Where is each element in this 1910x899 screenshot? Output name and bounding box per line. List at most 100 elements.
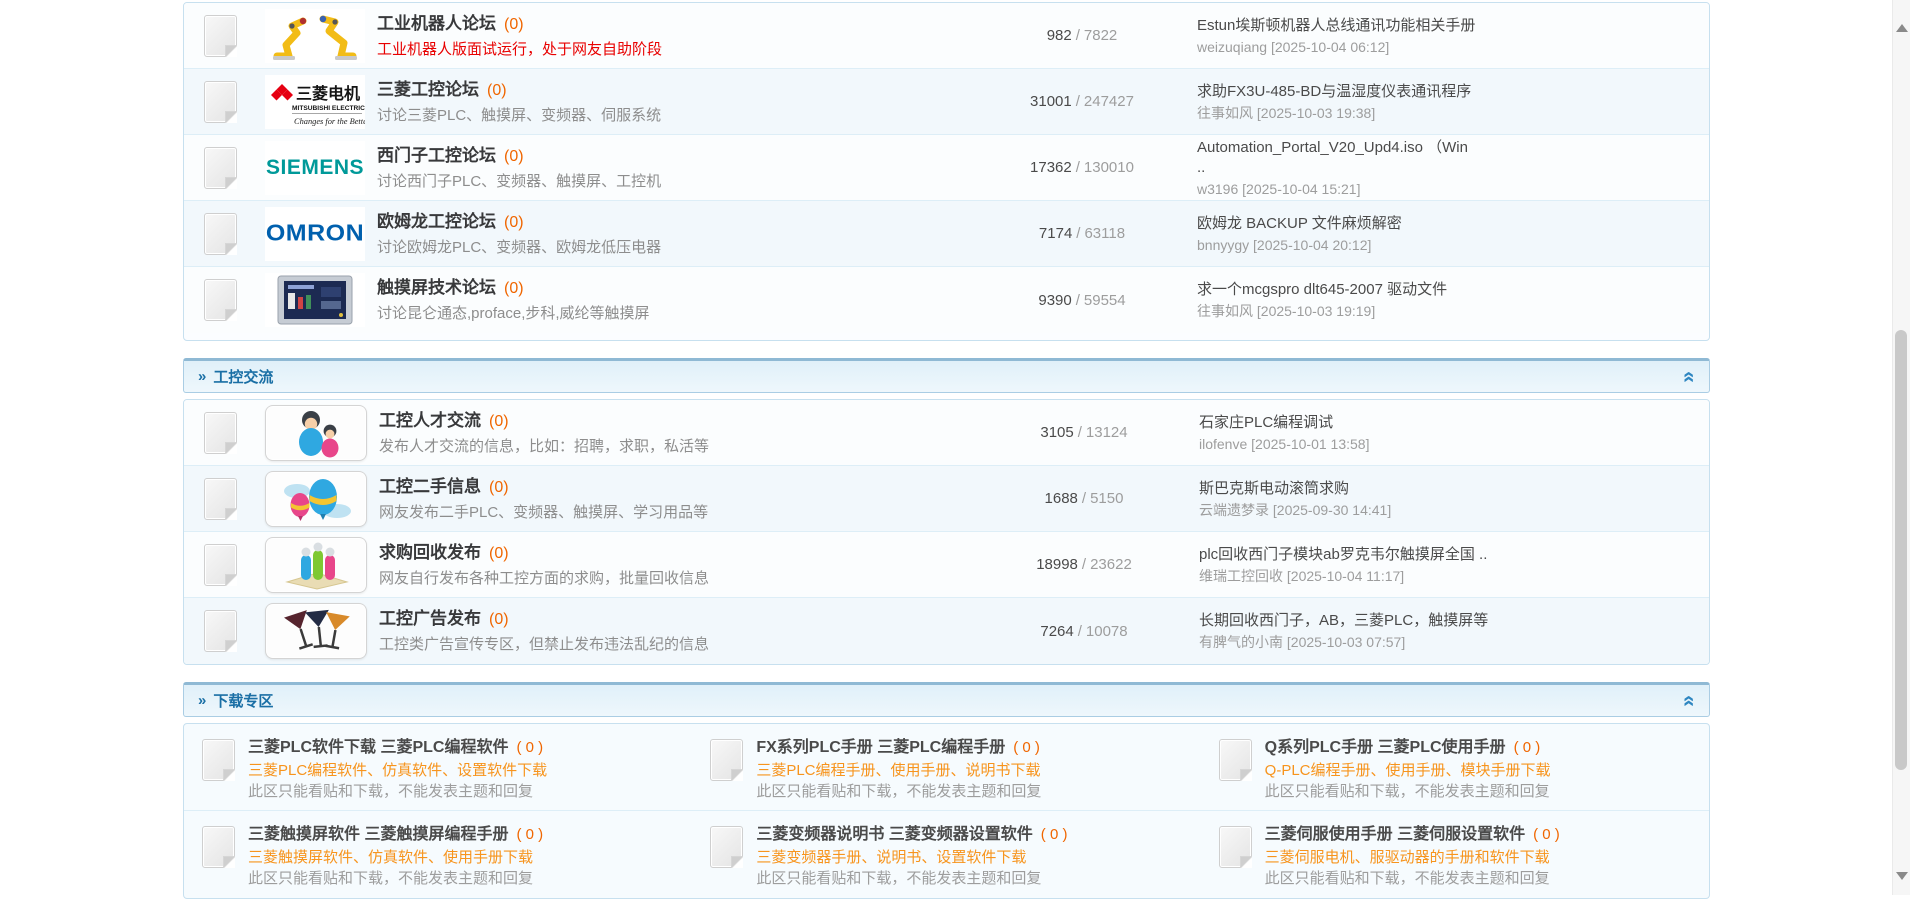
forum-unread-count: (0) bbox=[489, 413, 509, 430]
download-forum-subtitle-link[interactable]: 三菱PLC编程软件、仿真软件、设置软件下载 bbox=[248, 760, 547, 781]
last-post-title-link[interactable]: Automation_Portal_V20_Upd4.iso （Win bbox=[1197, 138, 1527, 158]
svg-text:三菱电机: 三菱电机 bbox=[296, 84, 360, 103]
last-post-user-link[interactable]: 往事如风 bbox=[1197, 105, 1253, 121]
forum-status-icon bbox=[1219, 739, 1252, 781]
forum-row-omron: OMRON 欧姆龙工控论坛 (0) 讨论欧姆龙PLC、变频器、欧姆龙低压电器 71… bbox=[184, 201, 1709, 267]
forum-logo-mitsubishi-icon[interactable]: 三菱电机 MITSUBISHI ELECTRIC Changes for the… bbox=[265, 75, 365, 129]
download-forum-subtitle-link[interactable]: 三菱伺服电机、服驱动器的手册和软件下载 bbox=[1265, 847, 1560, 868]
forum-logo-people-icon[interactable] bbox=[265, 405, 367, 461]
last-post-title-link[interactable]: Estun埃斯顿机器人总线通讯功能相关手册 bbox=[1197, 16, 1527, 36]
last-post-title-link[interactable]: 求一个mcgspro dlt645-2007 驱动文件 bbox=[1197, 280, 1527, 300]
last-post-time: [2025-10-03 19:38] bbox=[1257, 105, 1375, 121]
forum-logo-omron-icon[interactable]: OMRON bbox=[265, 207, 365, 261]
forum-logo-hmi-panel-icon[interactable] bbox=[265, 273, 365, 327]
last-post-time: [2025-10-03 19:19] bbox=[1257, 303, 1375, 319]
forum-logo-cocktails-icon[interactable] bbox=[265, 603, 367, 659]
forum-row-secondhand: 工控二手信息(0) 网友发布二手PLC、变频器、触摸屏、学习用品等 1688/5… bbox=[184, 466, 1709, 532]
last-post-title-link[interactable]: plc回收西门子模块ab罗克韦尔触摸屏全国 .. bbox=[1199, 545, 1529, 565]
last-post-user-link[interactable]: bnnyygy bbox=[1197, 237, 1249, 253]
forum-unread-count: (0) bbox=[489, 479, 509, 496]
forum-unread-count: ( 0 ) bbox=[1041, 826, 1068, 843]
download-forum-subtitle-link[interactable]: 三菱变频器手册、说明书、设置软件下载 bbox=[756, 847, 1067, 868]
forum-title-link[interactable]: 欧姆龙工控论坛 bbox=[377, 212, 496, 231]
forum-status-icon bbox=[204, 15, 237, 57]
forum-topic-post-counts: 7174/63118 bbox=[977, 225, 1187, 242]
svg-text:MITSUBISHI ELECTRIC: MITSUBISHI ELECTRIC bbox=[292, 105, 365, 112]
forum-title-link[interactable]: 三菱工控论坛 bbox=[377, 80, 479, 99]
last-post-title-link[interactable]: 欧姆龙 BACKUP 文件麻烦解密 bbox=[1197, 214, 1527, 234]
download-forum-link[interactable]: 三菱伺服使用手册 三菱伺服设置软件 bbox=[1265, 826, 1525, 843]
forum-status-icon bbox=[204, 412, 237, 454]
download-forum-cell: 三菱触摸屏软件 三菱触摸屏编程手册( 0 ) 三菱触摸屏软件、仿真软件、使用手册… bbox=[184, 811, 692, 898]
download-forum-subtitle-link[interactable]: Q-PLC编程手册、使用手册、模块手册下载 bbox=[1265, 760, 1551, 781]
forum-row-siemens: SIEMENS 西门子工控论坛(0) 讨论西门子PLC、变频器、触摸屏、工控机 … bbox=[184, 135, 1709, 201]
forum-title-link[interactable]: 工控二手信息 bbox=[379, 477, 481, 496]
download-forum-subtitle-link[interactable]: 三菱触摸屏软件、仿真软件、使用手册下载 bbox=[248, 847, 543, 868]
forum-row-industrial-robot: 工业机器人论坛(0) 工业机器人版面试运行，处于网友自助阶段 982/7822 … bbox=[184, 3, 1709, 69]
forum-description: 工控类广告宣传专区，但禁止发布违法乱纪的信息 bbox=[379, 635, 979, 654]
download-forum-link[interactable]: FX系列PLC手册 三菱PLC编程手册 bbox=[756, 739, 1005, 756]
forum-row-talent: 工控人才交流(0) 发布人才交流的信息，比如：招聘，求职，私活等 3105/13… bbox=[184, 400, 1709, 466]
last-post-title-link[interactable]: .. bbox=[1197, 158, 1527, 178]
forum-unread-count: ( 0 ) bbox=[1533, 826, 1560, 843]
forum-title-link[interactable]: 工控人才交流 bbox=[379, 411, 481, 430]
download-forum-grid: 三菱PLC软件下载 三菱PLC编程软件 ( 0 ) 三菱PLC编程软件、仿真软件、… bbox=[183, 723, 1710, 899]
forum-row-touchscreen: 触摸屏技术论坛(0) 讨论昆仑通态,proface,步科,威纶等触摸屏 9390… bbox=[184, 267, 1709, 333]
collapse-section-icon[interactable]: « bbox=[1682, 371, 1696, 383]
last-post-user-link[interactable]: w3196 bbox=[1197, 181, 1238, 197]
last-post-user-link[interactable]: ilofenve bbox=[1199, 436, 1247, 452]
last-post-title-link[interactable]: 求助FX3U-485-BD与温湿度仪表通讯程序 bbox=[1197, 82, 1527, 102]
download-forum-subtitle-link[interactable]: 三菱PLC编程手册、使用手册、说明书下载 bbox=[756, 760, 1041, 781]
last-post-title-link[interactable]: 石家庄PLC编程调试 bbox=[1199, 413, 1529, 433]
scrollbar-down-arrow-icon[interactable] bbox=[1896, 872, 1908, 880]
collapse-section-icon[interactable]: « bbox=[1682, 695, 1696, 707]
last-post-title-link[interactable]: 长期回收西门子，AB，三菱PLC，触摸屏等 bbox=[1199, 611, 1529, 631]
download-forum-note: 此区只能看贴和下载，不能发表主题和回复 bbox=[756, 868, 1067, 889]
forum-title-link[interactable]: 工控广告发布 bbox=[379, 609, 481, 628]
forum-status-icon bbox=[204, 544, 237, 586]
forum-topic-post-counts: 18998/23622 bbox=[979, 556, 1189, 573]
download-forum-link[interactable]: 三菱变频器说明书 三菱变频器设置软件 bbox=[756, 826, 1032, 843]
last-post-title-link[interactable]: 斯巴克斯电动滚筒求购 bbox=[1199, 479, 1529, 499]
forum-unread-count: ( 0 ) bbox=[1514, 739, 1541, 756]
download-forum-link[interactable]: Q系列PLC手册 三菱PLC使用手册 bbox=[1265, 739, 1506, 756]
forum-logo-siemens-icon[interactable]: SIEMENS bbox=[265, 141, 365, 195]
forum-unread-count: (0) bbox=[504, 16, 524, 33]
section-title[interactable]: 工控交流 bbox=[213, 366, 273, 387]
forum-topic-post-counts: 1688/5150 bbox=[979, 490, 1189, 507]
forum-logo-balloons-icon[interactable] bbox=[265, 471, 367, 527]
forum-title-link[interactable]: 工业机器人论坛 bbox=[377, 14, 496, 33]
last-post-user-link[interactable]: 云端遗梦录 bbox=[1199, 502, 1269, 518]
forum-topic-post-counts: 982/7822 bbox=[977, 27, 1187, 44]
forum-description: 讨论欧姆龙PLC、变频器、欧姆龙低压电器 bbox=[377, 238, 977, 257]
forum-logo-robot-icon[interactable] bbox=[265, 9, 365, 63]
forum-logo-figures-icon[interactable] bbox=[265, 537, 367, 593]
download-forum-cell: 三菱变频器说明书 三菱变频器设置软件 ( 0 ) 三菱变频器手册、说明书、设置软件… bbox=[692, 811, 1200, 898]
forum-description: 发布人才交流的信息，比如：招聘，求职，私活等 bbox=[379, 437, 979, 456]
forum-table-brands: 工业机器人论坛(0) 工业机器人版面试运行，处于网友自助阶段 982/7822 … bbox=[183, 2, 1710, 341]
last-post-user-link[interactable]: weizuqiang bbox=[1197, 39, 1267, 55]
forum-title-link[interactable]: 西门子工控论坛 bbox=[377, 146, 496, 165]
download-forum-link[interactable]: 三菱触摸屏软件 三菱触摸屏编程手册 bbox=[248, 826, 508, 843]
scrollbar-up-arrow-icon[interactable] bbox=[1896, 24, 1908, 32]
last-post-user-link[interactable]: 有脾气的小南 bbox=[1199, 634, 1283, 650]
vertical-scrollbar[interactable] bbox=[1892, 0, 1910, 895]
download-forum-cell: FX系列PLC手册 三菱PLC编程手册 ( 0 ) 三菱PLC编程手册、使用手册、… bbox=[692, 724, 1200, 811]
forum-row-ads: 工控广告发布(0) 工控类广告宣传专区，但禁止发布违法乱纪的信息 7264/10… bbox=[184, 598, 1709, 664]
forum-title-link[interactable]: 求购回收发布 bbox=[379, 543, 481, 562]
section-title[interactable]: 下载专区 bbox=[213, 690, 273, 711]
forum-status-icon bbox=[710, 739, 743, 781]
last-post-user-link[interactable]: 维瑞工控回收 bbox=[1199, 568, 1283, 584]
forum-unread-count: (0) bbox=[489, 611, 509, 628]
forum-description: 讨论昆仑通态,proface,步科,威纶等触摸屏 bbox=[377, 304, 977, 323]
forum-unread-count: (0) bbox=[504, 214, 524, 231]
scrollbar-thumb[interactable] bbox=[1895, 330, 1907, 770]
forum-unread-count: (0) bbox=[487, 82, 507, 99]
forum-unread-count: ( 0 ) bbox=[1013, 739, 1040, 756]
forum-row-buyback: 求购回收发布(0) 网友自行发布各种工控方面的求购，批量回收信息 18998/2… bbox=[184, 532, 1709, 598]
last-post-time: [2025-10-04 06:12] bbox=[1271, 39, 1389, 55]
forum-description: 讨论三菱PLC、触摸屏、变频器、伺服系统 bbox=[377, 106, 977, 125]
download-forum-link[interactable]: 三菱PLC软件下载 三菱PLC编程软件 bbox=[248, 739, 508, 756]
last-post-user-link[interactable]: 往事如风 bbox=[1197, 303, 1253, 319]
forum-title-link[interactable]: 触摸屏技术论坛 bbox=[377, 278, 496, 297]
